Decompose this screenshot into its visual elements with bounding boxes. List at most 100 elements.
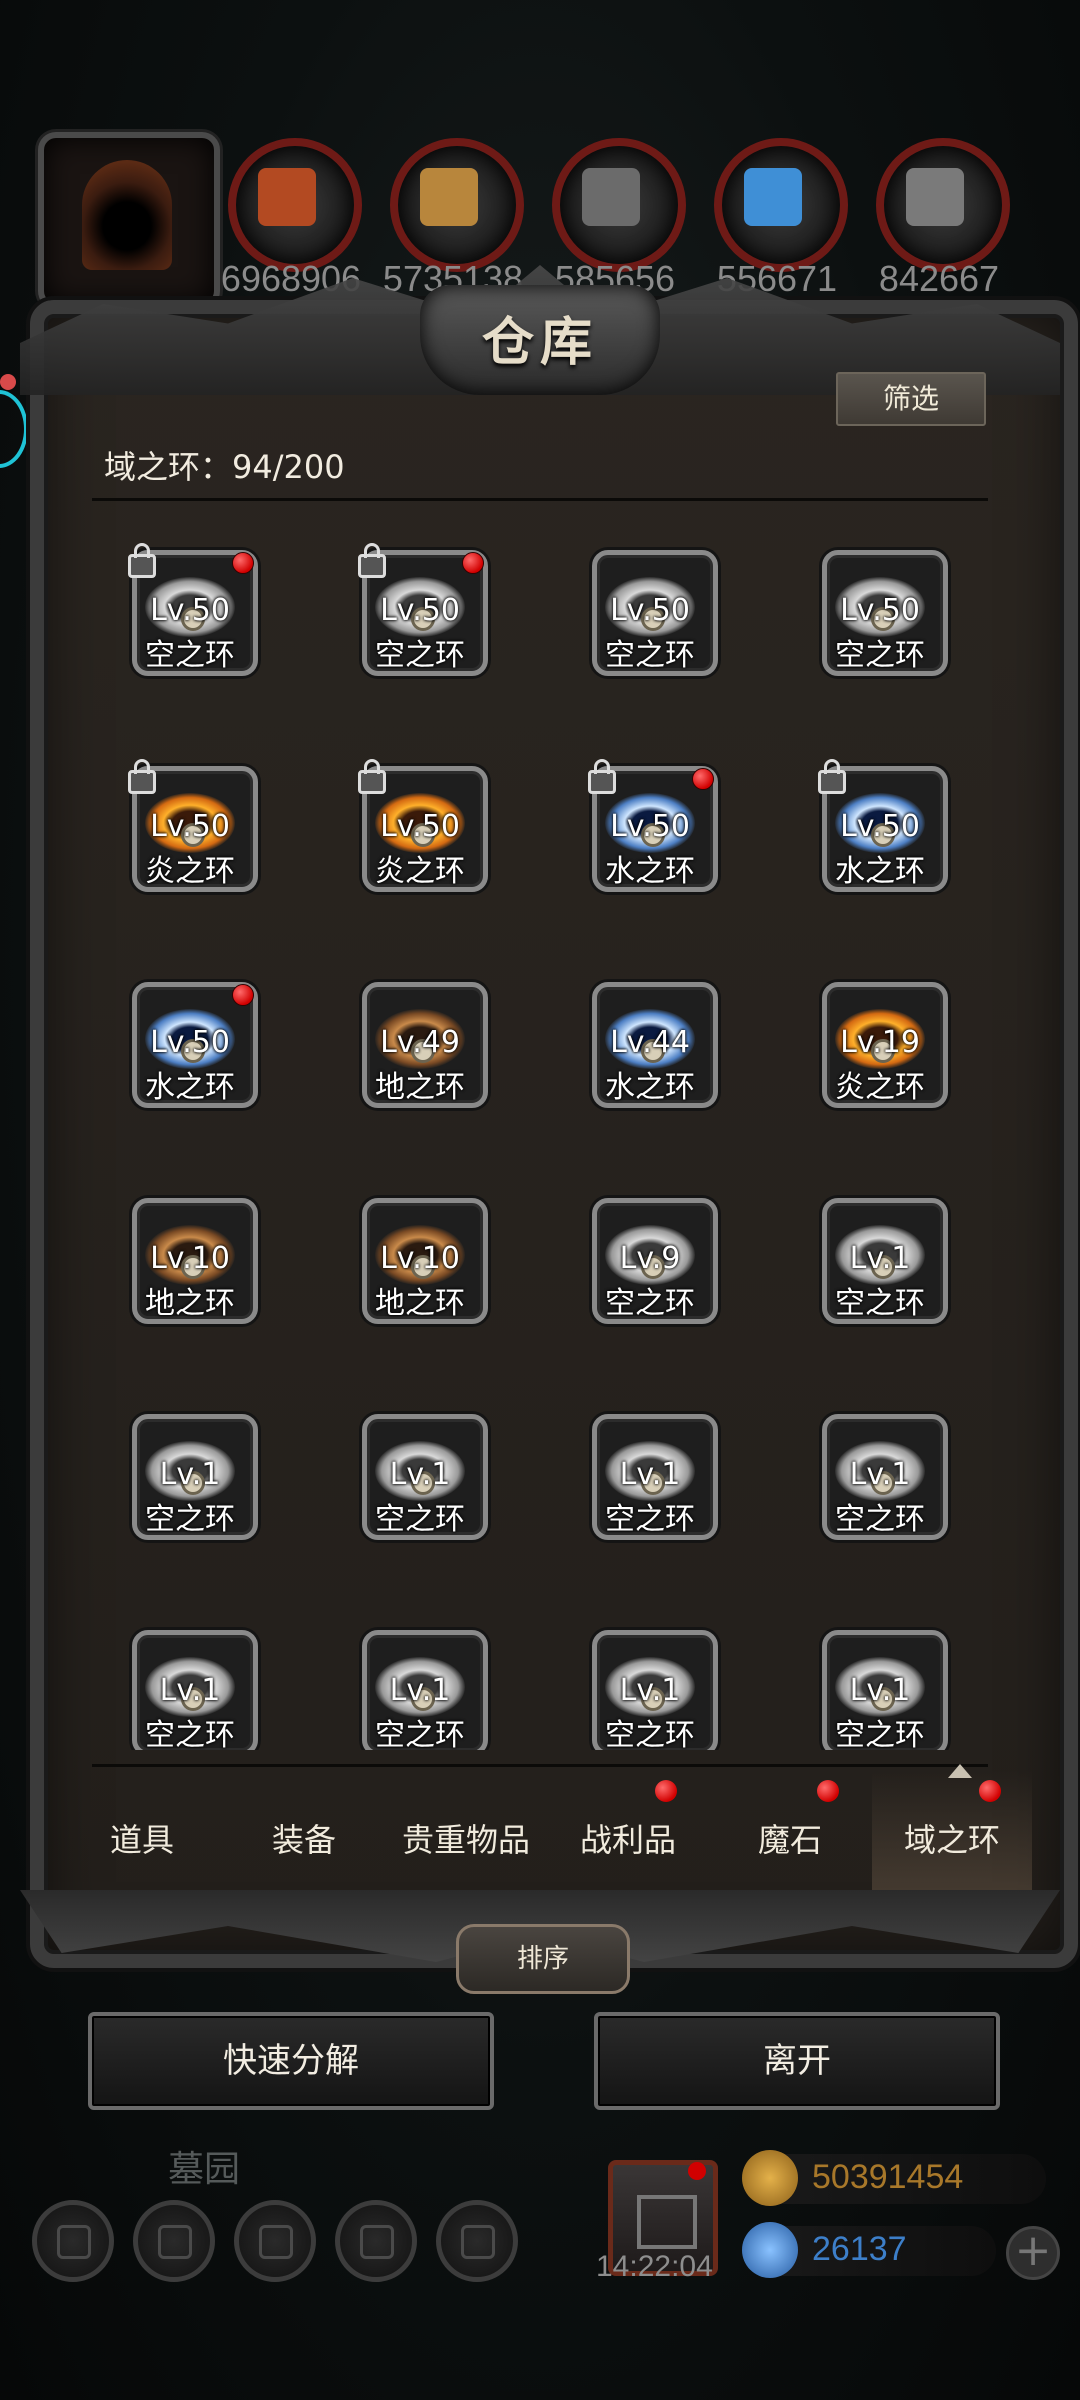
tab-5[interactable]: 域之环: [872, 1770, 1032, 1910]
inventory-item[interactable]: Lv.1 空之环: [782, 1600, 962, 1750]
inventory-item[interactable]: Lv.10 地之环: [92, 1168, 272, 1368]
capacity-label: 域之环：94/200: [104, 448, 345, 486]
item-level: Lv.50: [150, 593, 230, 628]
tab-notification-dot: [979, 1780, 1001, 1802]
tab-notification-dot: [655, 1780, 677, 1802]
crystal-icon: [744, 168, 802, 226]
inventory-item[interactable]: Lv.50 水之环: [552, 736, 732, 936]
item-name: 空之环: [375, 638, 465, 673]
item-name: 空之环: [145, 1502, 235, 1537]
side-arc-icon: [0, 390, 28, 468]
item-name: 空之环: [605, 1502, 695, 1537]
inventory-item[interactable]: Lv.50 炎之环: [322, 736, 502, 936]
item-level: Lv.50: [150, 809, 230, 844]
lock-icon: [358, 543, 386, 578]
item-name: 水之环: [605, 1070, 695, 1105]
item-level: Lv.1: [389, 1457, 451, 1492]
item-name: 空之环: [835, 1502, 925, 1537]
inventory-item[interactable]: Lv.50 空之环: [552, 520, 732, 720]
add-currency-button[interactable]: +: [1006, 2226, 1060, 2280]
inventory-item[interactable]: Lv.50 空之环: [322, 520, 502, 720]
player-avatar[interactable]: [38, 132, 220, 309]
item-level: Lv.1: [619, 1457, 681, 1492]
item-name: 空之环: [605, 638, 695, 673]
item-name: 空之环: [375, 1502, 465, 1537]
inventory-item[interactable]: Lv.50 水之环: [92, 952, 272, 1152]
inventory-item[interactable]: Lv.50 水之环: [782, 736, 962, 936]
inventory-item[interactable]: Lv.9 空之环: [552, 1168, 732, 1368]
item-name: 地之环: [375, 1286, 465, 1321]
inventory-item[interactable]: Lv.50 空之环: [782, 520, 962, 720]
item-level: Lv.50: [840, 809, 920, 844]
resource-slot: [876, 138, 1010, 272]
gem-display: 26137: [742, 2222, 996, 2278]
item-name: 空之环: [375, 1718, 465, 1750]
lock-icon: [128, 759, 156, 794]
lock-icon: [588, 759, 616, 794]
resource-slot: [390, 138, 524, 272]
item-level: Lv.19: [840, 1025, 920, 1060]
item-level: Lv.1: [619, 1673, 681, 1708]
gold-display: 50391454: [742, 2150, 1046, 2206]
inventory-item[interactable]: Lv.19 炎之环: [782, 952, 962, 1152]
meat-icon: [258, 168, 316, 226]
gold-icon: [742, 2150, 798, 2206]
inventory-item[interactable]: Lv.44 水之环: [552, 952, 732, 1152]
item-level: Lv.50: [150, 1025, 230, 1060]
tab-0[interactable]: 道具: [62, 1770, 222, 1910]
inventory-item[interactable]: Lv.1 空之环: [322, 1600, 502, 1750]
item-level: Lv.50: [380, 593, 460, 628]
sort-button[interactable]: 排序: [456, 1924, 630, 1994]
inventory-item[interactable]: Lv.1 空之环: [552, 1600, 732, 1750]
inventory-item[interactable]: Lv.50 炎之环: [92, 736, 272, 936]
inventory-item[interactable]: Lv.10 地之环: [322, 1168, 502, 1368]
item-name: 空之环: [605, 1286, 695, 1321]
item-level: Lv.1: [389, 1673, 451, 1708]
item-name: 空之环: [605, 1718, 695, 1750]
resource-slot: [552, 138, 686, 272]
item-level: Lv.10: [380, 1241, 460, 1276]
item-name: 地之环: [375, 1070, 465, 1105]
inventory-item[interactable]: Lv.1 空之环: [552, 1384, 732, 1584]
item-level: Lv.1: [849, 1457, 911, 1492]
mail-icon[interactable]: [335, 2200, 417, 2282]
tab-3[interactable]: 战利品: [548, 1770, 708, 1910]
settings-icon[interactable]: [32, 2200, 114, 2282]
gem-value: 26137: [812, 2230, 907, 2268]
item-level: Lv.9: [619, 1241, 681, 1276]
location-label: 墓园: [168, 2149, 241, 2190]
item-name: 水之环: [835, 854, 925, 889]
item-level: Lv.50: [610, 809, 690, 844]
inventory-item[interactable]: Lv.1 空之环: [322, 1384, 502, 1584]
category-tabs: 道具 装备 贵重物品 战利品 魔石 域之环: [62, 1770, 1032, 1910]
resource-value: 842667: [878, 258, 1000, 299]
star-icon[interactable]: [133, 2200, 215, 2282]
lock-icon: [818, 759, 846, 794]
hooded-figure-icon: [82, 160, 172, 270]
tab-4[interactable]: 魔石: [710, 1770, 870, 1910]
tab-2[interactable]: 贵重物品: [386, 1770, 546, 1910]
filter-button[interactable]: 筛选: [836, 372, 986, 426]
panel-title: 仓库: [481, 313, 598, 373]
helmet-icon[interactable]: [234, 2200, 316, 2282]
lock-icon: [358, 759, 386, 794]
inventory-item[interactable]: Lv.1 空之环: [782, 1168, 962, 1368]
gift-notification-dot: [688, 2162, 706, 2180]
inventory-item[interactable]: Lv.49 地之环: [322, 952, 502, 1152]
item-grid[interactable]: Lv.50 空之环 Lv.50 空之环 Lv.50 空之环 Lv.50 空之环 Lv.50 炎之环…: [92, 500, 988, 1750]
inventory-item[interactable]: Lv.1 空之环: [782, 1384, 962, 1584]
inventory-item[interactable]: Lv.1 空之环: [92, 1600, 272, 1750]
divider: [92, 1764, 988, 1767]
active-tab-caret: [948, 1764, 972, 1778]
inventory-item[interactable]: Lv.50 空之环: [92, 520, 272, 720]
iron-icon: [906, 168, 964, 226]
leave-button[interactable]: 离开: [594, 2012, 1000, 2110]
item-name: 炎之环: [145, 854, 235, 889]
quick-decompose-button[interactable]: 快速分解: [88, 2012, 494, 2110]
stone-icon: [582, 168, 640, 226]
tab-1[interactable]: 装备: [224, 1770, 384, 1910]
item-name: 炎之环: [835, 1070, 925, 1105]
chest-icon[interactable]: [436, 2200, 518, 2282]
item-level: Lv.1: [849, 1241, 911, 1276]
inventory-item[interactable]: Lv.1 空之环: [92, 1384, 272, 1584]
